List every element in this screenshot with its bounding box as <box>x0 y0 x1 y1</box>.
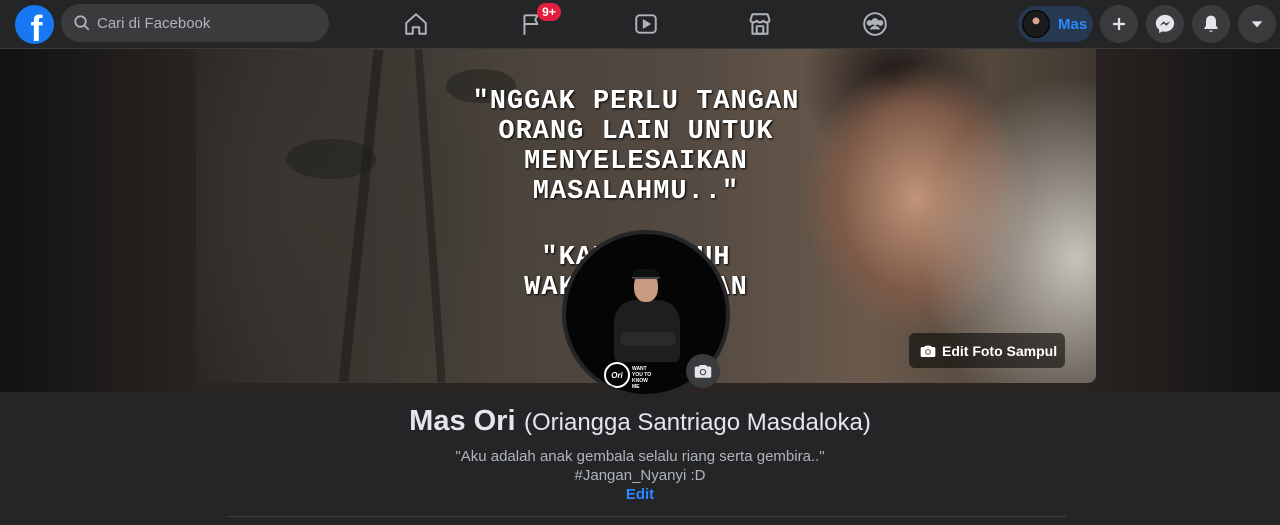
camera-icon <box>694 365 712 378</box>
plus-icon <box>1113 18 1125 30</box>
profile-name-line: Mas Ori (Oriangga Santriago Masdaloka) <box>0 405 1280 438</box>
avatar-tagline: WANT YOU TO KNOW ME <box>632 366 652 390</box>
edit-bio-link[interactable]: Edit <box>0 486 1280 503</box>
cover-quote-top: "NGGAK PERLU TANGAN ORANG LAIN UNTUK MEN… <box>472 87 800 207</box>
avatar-figure-cap <box>632 269 660 279</box>
caret-down-icon <box>1251 21 1263 28</box>
notification-badge: 9+ <box>537 3 561 21</box>
plant-stem <box>338 49 384 383</box>
top-navigation-bar: f 9+ Mas <box>0 0 1280 49</box>
groups-tab[interactable] <box>859 8 891 40</box>
watch-tab[interactable] <box>630 8 662 40</box>
facebook-logo[interactable]: f <box>15 5 54 44</box>
play-icon <box>635 14 657 34</box>
profile-shortcut[interactable]: Mas <box>1018 6 1093 42</box>
update-profile-picture-button[interactable] <box>686 354 720 388</box>
search-input[interactable] <box>97 14 317 32</box>
profile-bio: "Aku adalah anak gembala selalu riang se… <box>0 447 1280 485</box>
messenger-button[interactable] <box>1146 5 1184 43</box>
marketplace-tab[interactable] <box>744 8 776 40</box>
account-menu-button[interactable] <box>1238 5 1276 43</box>
groups-icon <box>863 12 887 36</box>
edit-cover-photo-label: Edit Foto Sampul <box>942 342 1058 359</box>
camera-icon <box>920 345 936 357</box>
avatar-figure-body <box>614 300 680 362</box>
profile-name: Mas Ori <box>409 405 516 437</box>
messenger-icon <box>1155 14 1175 34</box>
avatar-logo: Ori <box>604 362 630 388</box>
bio-line: #Jangan_Nyanyi :D <box>574 467 706 484</box>
bell-icon <box>1204 15 1218 32</box>
edit-cover-photo-button[interactable]: Edit Foto Sampul <box>909 333 1065 368</box>
avatar-figure-arms <box>620 332 676 346</box>
divider <box>227 516 1066 517</box>
facebook-logo-letter: f <box>30 8 43 45</box>
search-icon <box>74 15 90 31</box>
create-button[interactable] <box>1100 5 1138 43</box>
store-icon <box>749 13 771 35</box>
profile-alternate-name: (Oriangga Santriago Masdaloka) <box>523 409 871 436</box>
notifications-button[interactable] <box>1192 5 1230 43</box>
bio-line: "Aku adalah anak gembala selalu riang se… <box>455 448 825 465</box>
profile-shortcut-name: Mas <box>1058 15 1088 33</box>
home-tab[interactable] <box>400 8 432 40</box>
search-box[interactable] <box>61 4 329 42</box>
edit-bio-label[interactable]: Edit <box>626 486 654 503</box>
plant-leaf <box>286 139 376 179</box>
home-icon <box>405 13 427 35</box>
avatar <box>1022 10 1050 38</box>
